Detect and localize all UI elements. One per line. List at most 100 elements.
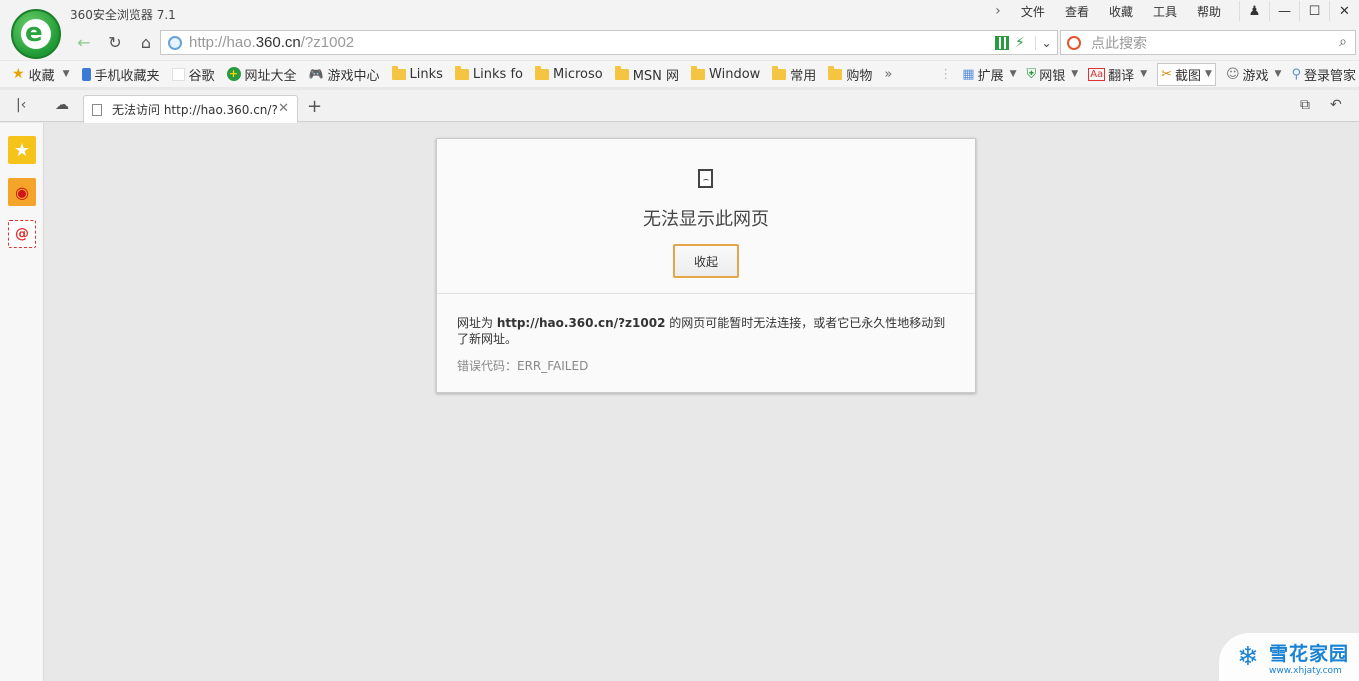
bookmarks-bar: ★ 收藏 ▼ 手机收藏夹 谷歌 + 网址大全 🎮 游戏中心 Links Links fo… (0, 61, 1359, 87)
more-bookmarks-icon[interactable]: » (884, 67, 892, 82)
address-bar[interactable]: http://hao.360.cn/?z1002 ⚡ ⌄ (160, 30, 1058, 55)
url-domain: 360.cn (255, 34, 301, 51)
site-globe-icon (168, 35, 182, 50)
tool-label: 登录管家 (1303, 68, 1356, 84)
caret-down-icon[interactable]: ▼ (63, 69, 70, 79)
tool-label: 游戏 (1242, 68, 1269, 84)
folder-icon (828, 65, 843, 80)
new-tab-icon[interactable]: + (307, 96, 322, 117)
bookmark-folder-msn[interactable]: MSN 网 (614, 65, 679, 84)
lightning-icon[interactable]: ⚡ (1015, 35, 1029, 51)
sidebar-toggle-icon[interactable]: |‹ (16, 97, 26, 113)
home-icon[interactable]: ⌂ (134, 32, 158, 52)
tool-label: 扩展 (977, 68, 1004, 84)
tool-ebank[interactable]: ⛨ 网银 ▼ (1027, 65, 1079, 84)
search-box[interactable]: 点此搜索 ⌕ (1060, 30, 1356, 55)
menu-favorites[interactable]: 收藏 (1099, 3, 1143, 20)
window-controls: ♟ — ☐ ✕ (1239, 1, 1359, 21)
folder-icon (534, 65, 549, 80)
sidebar: ★ ◉ @ (0, 123, 44, 681)
bookmark-games[interactable]: 🎮 游戏中心 (309, 65, 380, 84)
bookmark-favorites[interactable]: ★ 收藏 ▼ (12, 65, 70, 84)
chevron-right-icon[interactable]: › (991, 3, 1005, 19)
bookmark-folder-links[interactable]: Links (391, 65, 443, 82)
browser-logo-icon: e (11, 9, 61, 59)
bookmark-folder-common[interactable]: 常用 (772, 65, 816, 84)
url-suffix: /?z1002 (300, 34, 355, 51)
qr-code-icon[interactable] (995, 35, 1009, 50)
bookmark-label: 手机收藏夹 (94, 68, 160, 84)
reload-icon[interactable]: ↻ (103, 32, 127, 52)
menu-help[interactable]: 帮助 (1187, 3, 1231, 20)
url-input[interactable]: http://hao.360.cn/?z1002 (189, 34, 354, 51)
app-title: 360安全浏览器 7.1 (70, 8, 176, 22)
tool-games[interactable]: ☺ 游戏 ▼ (1226, 65, 1282, 84)
tab-bar: |‹ ☁ 无法访问 http://hao.360.cn/?z1002 ✕ + ⧉… (0, 90, 1359, 123)
skin-shirt-icon[interactable]: ♟ (1239, 1, 1269, 21)
bookmark-label: 收藏 (28, 68, 55, 84)
plus-icon: + (226, 67, 241, 81)
bookmark-label: 网址大全 (244, 68, 297, 84)
caret-down-icon[interactable]: ▼ (1140, 69, 1147, 79)
caret-down-icon[interactable]: ▼ (1071, 69, 1078, 79)
bookmark-label: Microso (552, 66, 603, 82)
tool-login-manager[interactable]: ⚲ 登录管家 (1291, 65, 1356, 84)
sad-document-icon (698, 169, 713, 188)
star-icon: ★ (12, 66, 25, 82)
tool-label: 翻译 (1108, 68, 1135, 84)
cloud-icon[interactable]: ☁ (55, 97, 69, 113)
tab-active[interactable]: 无法访问 http://hao.360.cn/?z1002 ✕ (83, 95, 298, 123)
collapse-button[interactable]: 收起 (673, 244, 739, 278)
bookmark-label: 常用 (790, 68, 817, 84)
tool-label: 截图 (1175, 68, 1202, 84)
weibo-icon[interactable]: ◉ (8, 178, 36, 206)
folder-icon (454, 65, 469, 80)
page-icon (92, 103, 102, 116)
url-prefix: http://hao. (189, 34, 256, 51)
bookmark-folder-linksfo[interactable]: Links fo (454, 65, 523, 82)
tool-extensions[interactable]: ▦ 扩展 ▼ (962, 65, 1016, 84)
undo-close-tab-icon[interactable]: ↶ (1330, 97, 1342, 113)
chevron-down-icon[interactable]: ⌄ (1035, 35, 1057, 50)
bookmark-hao[interactable]: + 网址大全 (226, 65, 297, 84)
bookmark-google[interactable]: 谷歌 (171, 65, 215, 84)
bookmark-label: Links (409, 66, 443, 82)
tab-close-icon[interactable]: ✕ (278, 101, 289, 116)
bookmark-label: 购物 (846, 68, 873, 84)
top-menu: › 文件 查看 收藏 工具 帮助 ♟ — ☐ ✕ (991, 0, 1359, 22)
bookmark-mobile[interactable]: 手机收藏夹 (81, 65, 160, 84)
back-arrow-icon[interactable]: ← (72, 32, 96, 52)
bookmark-folder-microsoft[interactable]: Microso (534, 65, 603, 82)
minimize-icon[interactable]: — (1269, 1, 1299, 21)
menu-view[interactable]: 查看 (1055, 3, 1099, 20)
error-description: 网址为 http://hao.360.cn/?z1002 的网页可能暂时无法连接… (457, 315, 957, 347)
shield-icon: ⛨ (1026, 66, 1037, 82)
search-icon[interactable]: ⌕ (1339, 34, 1347, 50)
bookmark-folder-shopping[interactable]: 购物 (828, 65, 872, 84)
tool-screenshot[interactable]: ✂ 截图 ▼ (1157, 62, 1216, 86)
error-url: http://hao.360.cn/?z1002 (496, 316, 666, 330)
tool-translate[interactable]: Aa 翻译 ▼ (1088, 65, 1147, 84)
scissors-icon: ✂ (1161, 66, 1173, 82)
tab-list-icon[interactable]: ⧉ (1300, 97, 1310, 113)
error-header: 无法显示此网页 收起 (437, 139, 975, 294)
favorites-star-icon[interactable]: ★ (8, 136, 36, 164)
bookmark-folder-windows[interactable]: Window (691, 65, 760, 82)
close-icon[interactable]: ✕ (1329, 1, 1359, 21)
watermark-site: www.xhjaty.com (1269, 665, 1342, 676)
maximize-icon[interactable]: ☐ (1299, 1, 1329, 21)
search-input[interactable]: 点此搜索 (1091, 33, 1147, 53)
grid-icon: ▦ (962, 66, 975, 82)
menu-tools[interactable]: 工具 (1143, 3, 1187, 20)
caret-down-icon[interactable]: ▼ (1275, 69, 1282, 79)
folder-icon (391, 65, 406, 80)
blank-page-icon (171, 67, 185, 81)
caret-down-icon[interactable]: ▼ (1205, 69, 1212, 79)
mail-icon[interactable]: @ (8, 220, 36, 248)
bookmark-label: 谷歌 (188, 68, 215, 84)
caret-down-icon[interactable]: ▼ (1010, 69, 1017, 79)
tab-title: 无法访问 http://hao.360.cn/?z1002 (112, 103, 277, 117)
menu-file[interactable]: 文件 (1011, 3, 1055, 20)
bookmark-label: Links fo (472, 66, 523, 82)
search-engine-icon[interactable] (1067, 35, 1081, 50)
